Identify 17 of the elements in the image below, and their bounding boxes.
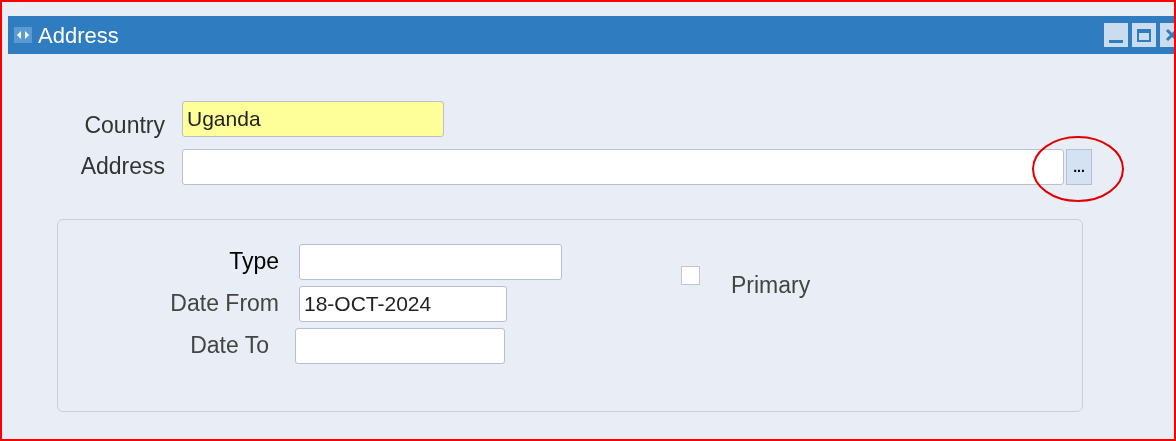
field-label: Country	[83, 111, 165, 140]
field-label: Date From	[169, 289, 279, 319]
ellipsis-button[interactable]: ...	[1066, 148, 1092, 185]
window-title: Address	[38, 21, 119, 50]
text-field[interactable]	[299, 243, 562, 280]
field-label: Type	[228, 247, 279, 277]
field-label: Address	[79, 152, 165, 182]
text-field[interactable]: 18-OCT-2024	[299, 285, 507, 322]
field-label: Date To	[189, 331, 270, 361]
text-field[interactable]	[182, 148, 1064, 185]
checkbox-label: Primary	[731, 270, 811, 300]
maximize-button[interactable]	[1132, 23, 1156, 47]
app-icon	[14, 27, 32, 43]
checkbox[interactable]	[681, 265, 700, 285]
text-field[interactable]: Uganda	[182, 101, 444, 138]
minimize-button[interactable]	[1104, 23, 1128, 47]
text-field[interactable]	[295, 327, 505, 364]
